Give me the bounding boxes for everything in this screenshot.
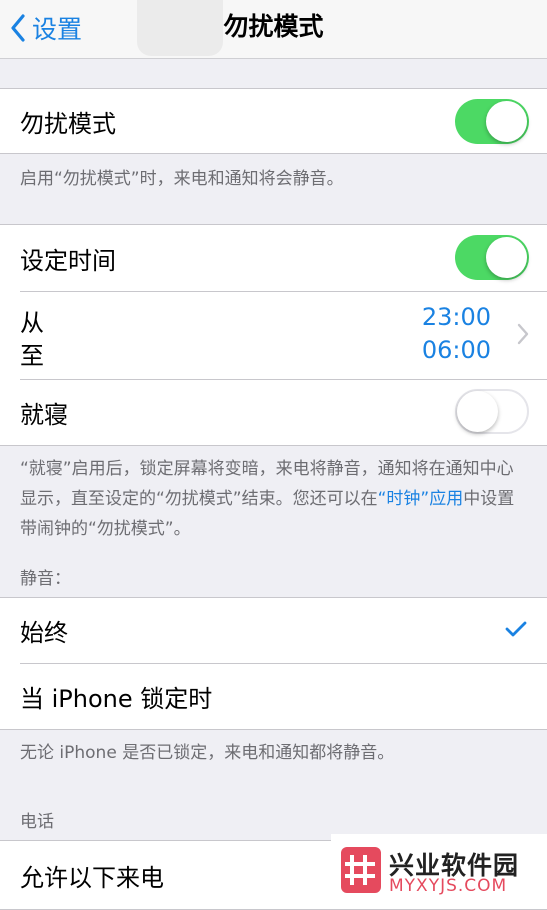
navigation-bar: 勿扰模式 设置 bbox=[0, 0, 547, 59]
chevron-left-icon bbox=[11, 14, 25, 42]
from-time: 23:00 bbox=[421, 303, 491, 331]
toggle-knob bbox=[457, 391, 498, 432]
from-label: 从 bbox=[20, 309, 44, 337]
phone-header: 电话 bbox=[20, 812, 54, 832]
silence-option-locked[interactable]: 当 iPhone 锁定时 bbox=[0, 663, 547, 729]
bedtime-row: 就寝 bbox=[0, 379, 547, 445]
silence-group: 始终 当 iPhone 锁定时 bbox=[0, 597, 547, 730]
allow-calls-label: 允许以下来电 bbox=[20, 863, 164, 892]
to-label: 至 bbox=[20, 342, 44, 370]
schedule-group: 设定时间 从 至 23:00 06:00 就寝 bbox=[0, 224, 547, 446]
back-button[interactable]: 设置 bbox=[10, 10, 82, 46]
scheduled-row: 设定时间 bbox=[0, 225, 547, 291]
dnd-label: 勿扰模式 bbox=[20, 109, 116, 138]
dnd-toggle[interactable] bbox=[455, 99, 529, 144]
toggle-knob bbox=[486, 101, 527, 142]
watermark: 兴业软件园 MYXYJS.COM bbox=[331, 834, 547, 908]
watermark-url: MYXYJS.COM bbox=[389, 876, 508, 896]
bedtime-toggle[interactable] bbox=[455, 389, 529, 434]
dnd-footer: 启用“勿扰模式”时，来电和通知将会静音。 bbox=[20, 169, 344, 189]
time-range-row[interactable]: 从 至 23:00 06:00 bbox=[0, 291, 547, 379]
scheduled-label: 设定时间 bbox=[20, 246, 116, 275]
back-label: 设置 bbox=[32, 15, 83, 44]
scheduled-toggle[interactable] bbox=[455, 235, 529, 280]
silence-header: 静音： bbox=[20, 569, 71, 589]
dnd-group: 勿扰模式 bbox=[0, 88, 547, 154]
bedtime-footer: “就寝”启用后，锁定屏幕将变暗，来电将静音，通知将在通知中心显示，直至设定的“勿… bbox=[20, 454, 530, 544]
silence-option-label: 当 iPhone 锁定时 bbox=[20, 684, 213, 713]
silence-footer: 无论 iPhone 是否已锁定，来电和通知都将静音。 bbox=[20, 743, 395, 763]
toggle-knob bbox=[486, 237, 527, 278]
clock-app-link[interactable]: “时钟”应用 bbox=[378, 489, 464, 509]
dnd-row: 勿扰模式 bbox=[0, 89, 547, 153]
watermark-logo-icon bbox=[341, 847, 381, 893]
bedtime-label: 就寝 bbox=[20, 400, 68, 429]
silence-option-always[interactable]: 始终 bbox=[0, 598, 547, 663]
page-title: 勿扰模式 bbox=[223, 12, 324, 41]
silence-option-label: 始终 bbox=[20, 619, 68, 647]
checkmark-icon bbox=[505, 621, 527, 637]
to-time: 06:00 bbox=[421, 336, 491, 364]
chevron-right-icon bbox=[517, 323, 529, 345]
